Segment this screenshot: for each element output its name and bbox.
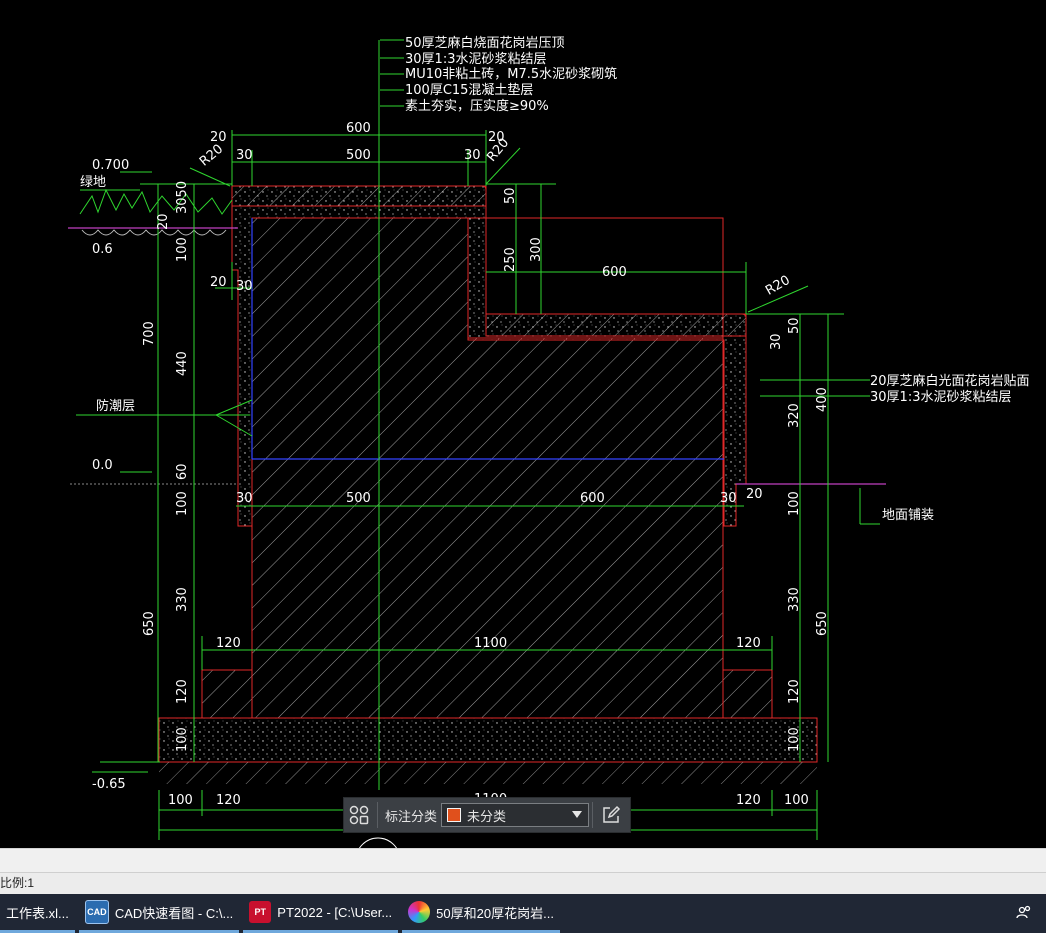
elev-zero: 0.0 bbox=[92, 458, 113, 473]
pt2022-app-icon: PT bbox=[249, 901, 272, 923]
dim-120-f2: 120 bbox=[736, 636, 761, 651]
dim-100-b2: 100 bbox=[784, 793, 809, 808]
cad-app-icon: CAD bbox=[84, 900, 109, 924]
dim-500a: 500 bbox=[346, 148, 371, 163]
grid-icon[interactable] bbox=[344, 800, 374, 830]
taskbar-label: 50厚和20厚花岗岩... bbox=[436, 905, 554, 921]
scale-status: 比例:1 bbox=[0, 872, 1046, 895]
taskbar-item-browser[interactable]: 50厚和20厚花岗岩... bbox=[402, 894, 560, 933]
dim-600-m: 600 bbox=[580, 491, 605, 506]
label-ground-paving: 地面铺装 bbox=[882, 508, 934, 523]
concrete-base bbox=[158, 717, 818, 763]
dim-330-l: 330 bbox=[175, 587, 190, 612]
dim-30a: 30 bbox=[236, 148, 253, 163]
taskbar: 工作表.xl... CAD CAD快速看图 - C:\... PT PT2022… bbox=[0, 894, 1046, 933]
taskbar-item-cad[interactable]: CAD CAD快速看图 - C:\... bbox=[78, 894, 240, 933]
edit-icon[interactable] bbox=[596, 800, 626, 830]
status-band bbox=[0, 848, 1046, 873]
dim-120-b1: 120 bbox=[216, 793, 241, 808]
elev-top: 0.700 bbox=[92, 158, 129, 173]
dim-500-m: 500 bbox=[346, 491, 371, 506]
dim-600-top: 600 bbox=[346, 121, 371, 136]
elev-bottom: -0.65 bbox=[92, 777, 126, 792]
note-top-4: 100厚C15混凝土垫层 bbox=[405, 82, 533, 98]
taskbar-label: PT2022 - [C:\User... bbox=[277, 904, 393, 920]
soil-hatch bbox=[159, 762, 817, 784]
dim-3050: 3050 bbox=[175, 181, 190, 214]
dim-700: 700 bbox=[142, 321, 157, 346]
taskbar-label: 工作表.xl... bbox=[6, 905, 69, 921]
taskbar-label: CAD快速看图 - C:\... bbox=[114, 905, 234, 921]
dim-30b: 30 bbox=[464, 148, 481, 163]
dim-100-l1: 100 bbox=[175, 237, 190, 262]
dim-30-m1: 30 bbox=[236, 491, 253, 506]
dim-20a: 20 bbox=[210, 130, 227, 145]
dim-100-r: 100 bbox=[787, 491, 802, 516]
dim-330-r: 330 bbox=[787, 587, 802, 612]
dim-650-r: 650 bbox=[815, 611, 830, 636]
toolbar-divider bbox=[377, 802, 378, 828]
cad-drawing-canvas[interactable]: 50厚芝麻白烧面花岗岩压顶 30厚1:3水泥砂浆粘结层 MU10非粘土砖，M7.… bbox=[0, 0, 1046, 848]
chevron-down-icon bbox=[572, 811, 583, 818]
dim-20-left: 20 bbox=[210, 275, 227, 290]
dim-100-l4: 100 bbox=[175, 727, 190, 752]
dim-50: 50 bbox=[503, 187, 518, 204]
dim-20-m: 20 bbox=[746, 487, 763, 502]
note-top-3: MU10非粘土砖，M7.5水泥砂浆砌筑 bbox=[405, 66, 617, 82]
dim-300: 300 bbox=[529, 237, 544, 262]
dim-100-l3: 100 bbox=[175, 491, 190, 516]
notes-top: 50厚芝麻白烧面花岗岩压顶 30厚1:3水泥砂浆粘结层 MU10非粘土砖，M7.… bbox=[405, 35, 617, 114]
dim-120-l: 120 bbox=[175, 679, 190, 704]
dim-1100-f: 1100 bbox=[474, 636, 507, 651]
category-color-swatch bbox=[447, 808, 462, 822]
taskbar-item-pt2022[interactable]: PT PT2022 - [C:\User... bbox=[243, 894, 399, 933]
elev-soil: 0.6 bbox=[92, 242, 113, 257]
dim-100-r2: 100 bbox=[787, 727, 802, 752]
note-top-2: 30厚1:3水泥砂浆粘结层 bbox=[405, 52, 546, 67]
dim-20-vert: 20 bbox=[156, 213, 171, 230]
dim-20b: 20 bbox=[488, 130, 505, 145]
annotation-category-select[interactable]: 未分类 bbox=[441, 803, 590, 827]
dim-30-left: 30 bbox=[236, 279, 253, 294]
dim-120-f1: 120 bbox=[216, 636, 241, 651]
dim-50-r: 50 bbox=[787, 317, 802, 334]
taskbar-item-excel[interactable]: 工作表.xl... bbox=[0, 894, 75, 933]
dim-100-b1: 100 bbox=[168, 793, 193, 808]
people-icon[interactable] bbox=[1016, 904, 1032, 923]
dim-320-r: 320 bbox=[787, 403, 802, 428]
notes-right: 20厚芝麻白光面花岗岩贴面 30厚1:3水泥砂浆粘结层 bbox=[870, 373, 1030, 405]
dim-440: 440 bbox=[175, 351, 190, 376]
toolbar-divider-2 bbox=[592, 802, 594, 828]
annotation-toolbar: 标注分类 未分类 bbox=[343, 797, 631, 833]
dim-400-r: 400 bbox=[815, 387, 830, 412]
label-damp-proof: 防潮层 bbox=[96, 398, 135, 414]
dim-250: 250 bbox=[503, 247, 518, 272]
radius-left: R20 bbox=[197, 142, 226, 170]
dim-60: 60 bbox=[175, 463, 190, 480]
dim-30-r: 30 bbox=[769, 333, 784, 350]
note-top-5: 素土夯实，压实度≥90% bbox=[405, 98, 549, 114]
annotation-category-label: 标注分类 bbox=[385, 808, 438, 824]
dim-650-l: 650 bbox=[142, 611, 157, 636]
annotation-category-value: 未分类 bbox=[467, 808, 507, 824]
note-top-1: 50厚芝麻白烧面花岗岩压顶 bbox=[405, 35, 565, 51]
dim-120-b2: 120 bbox=[736, 793, 761, 808]
note-right-1: 20厚芝麻白光面花岗岩贴面 bbox=[870, 373, 1030, 389]
dim-30-m2: 30 bbox=[720, 491, 737, 506]
label-green-land: 绿地 bbox=[80, 175, 106, 190]
dim-120-r: 120 bbox=[787, 679, 802, 704]
scale-text: 比例:1 bbox=[0, 876, 35, 890]
browser-app-icon bbox=[408, 901, 431, 923]
cad-drawing: 50厚芝麻白烧面花岗岩压顶 30厚1:3水泥砂浆粘结层 MU10非粘土砖，M7.… bbox=[68, 35, 1030, 848]
note-right-2: 30厚1:3水泥砂浆粘结层 bbox=[870, 390, 1011, 405]
dim-600-step: 600 bbox=[602, 265, 627, 280]
